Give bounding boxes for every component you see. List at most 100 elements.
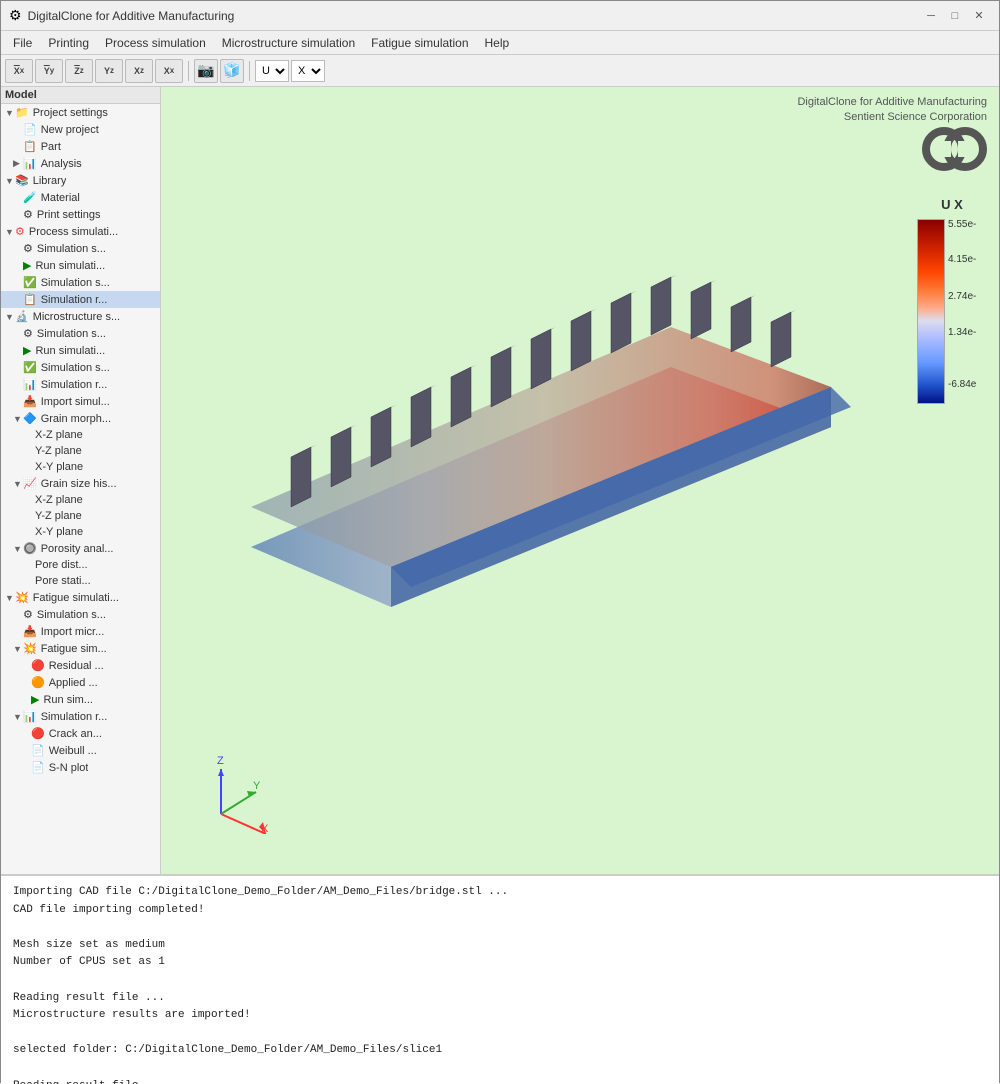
camera-icon-btn[interactable]: 📷 [194,59,218,83]
printsettings-icon: ⚙ [23,208,33,221]
legend-color-bar [917,219,945,404]
legend-title-u: U [941,197,950,212]
model-header: Model [1,87,160,104]
toolbar-y-btn[interactable]: Yy [35,59,63,83]
toolbar-z-btn[interactable]: Zz [65,59,93,83]
app-icon: ⚙ [9,7,22,24]
console-line-11: Reading result file ... [13,1078,987,1084]
menu-printing[interactable]: Printing [40,34,97,52]
tree-import-micro[interactable]: 📥 Import micr... [1,623,160,640]
console-line-3: Mesh size set as medium [13,937,987,955]
brand-line1: DigitalClone for Additive Manufacturing [797,95,987,110]
fatiguesim2-icon: 💥 [23,642,37,655]
tree-gs-yz[interactable]: Y-Z plane [1,508,160,524]
menu-microstructure-sim[interactable]: Microstructure simulation [214,34,363,52]
simresult2-icon: 📊 [23,378,37,391]
tree-sim-status2[interactable]: ✅ Simulation s... [1,359,160,376]
tree-fatigue-simset[interactable]: ⚙ Simulation s... [1,606,160,623]
legend-val-4: 4.15e- [948,254,976,265]
weibull-icon: 📄 [31,744,45,757]
tree-sim-result3[interactable]: ▼ 📊 Simulation r... [1,708,160,725]
legend-title-x: X [954,197,963,212]
runsim3-icon: ▶ [31,693,39,706]
tree-applied[interactable]: 🟠 Applied ... [1,674,160,691]
svg-text:Y: Y [253,780,261,792]
tree-fatigue-sim2[interactable]: ▼ 💥 Fatigue sim... [1,640,160,657]
console-line-8 [13,1025,987,1043]
toolbar-xzx-btn[interactable]: Xx [155,59,183,83]
tree-project-settings[interactable]: ▼ 📁 Project settings [1,104,160,121]
menu-file[interactable]: File [5,34,40,52]
toolbar-xz-btn[interactable]: Xz [125,59,153,83]
tree-process-sim[interactable]: ▼ ⚙ Process simulati... [1,223,160,240]
3d-icon-btn[interactable]: 🧊 [220,59,244,83]
tree-run-sim2[interactable]: ▶ Run simulati... [1,342,160,359]
minimize-button[interactable]: ─ [919,6,943,26]
tree-gs-xz[interactable]: X-Z plane [1,492,160,508]
viewport-branding: DigitalClone for Additive Manufacturing … [797,95,987,126]
toolbar-x-btn[interactable]: Xx [5,59,33,83]
tree-fatigue-sim[interactable]: ▼ 💥 Fatigue simulati... [1,589,160,606]
menu-process-sim[interactable]: Process simulation [97,34,214,52]
importsim-icon: 📥 [23,395,37,408]
window-title: DigitalClone for Additive Manufacturing [28,9,919,23]
snplot-icon: 📄 [31,761,45,774]
menu-help[interactable]: Help [477,34,518,52]
toolbar: Xx Yy Zz Yz Xz Xx 📷 🧊 U X [1,55,999,87]
u-dropdown[interactable]: U [255,60,289,82]
tree-pore-stat[interactable]: Pore stati... [1,573,160,589]
legend-val-1: -6.84e [948,379,976,390]
menu-fatigue-sim[interactable]: Fatigue simulation [363,34,476,52]
maximize-button[interactable]: □ [943,6,967,26]
console-line-4: Number of CPUS set as 1 [13,954,987,972]
tree-sim-settings1[interactable]: ⚙ Simulation s... [1,240,160,257]
model-svg [191,167,891,727]
tree-analysis[interactable]: ▶ 📊 Analysis [1,155,160,172]
console-line-10 [13,1060,987,1078]
tree-gm-xz[interactable]: X-Z plane [1,427,160,443]
toolbar-yz-btn[interactable]: Yz [95,59,123,83]
tree-sim-settings2[interactable]: ⚙ Simulation s... [1,325,160,342]
fatiguesimset-icon: ⚙ [23,608,33,621]
tree-sim-result1[interactable]: 📋 Simulation r... [1,291,160,308]
console-line-7: Microstructure results are imported! [13,1007,987,1025]
tree-run-sim3[interactable]: ▶ Run sim... [1,691,160,708]
menubar: File Printing Process simulation Microst… [1,31,999,55]
tree-print-settings[interactable]: ⚙ Print settings [1,206,160,223]
main-content: Model ▼ 📁 Project settings 📄 New project… [1,87,999,1084]
tree-crack-an[interactable]: 🔴 Crack an... [1,725,160,742]
tree-grain-size[interactable]: ▼ 📈 Grain size his... [1,475,160,492]
tree-residual[interactable]: 🔴 Residual ... [1,657,160,674]
tree-gs-xy[interactable]: X-Y plane [1,524,160,540]
tree-pore-dist[interactable]: Pore dist... [1,557,160,573]
legend-val-5: 5.55e- [948,219,976,230]
tree-import-sim[interactable]: 📥 Import simul... [1,393,160,410]
analysis-icon: 📊 [23,157,37,170]
close-button[interactable]: ✕ [967,6,991,26]
console-line-6: Reading result file ... [13,990,987,1008]
tree-part[interactable]: 📋 Part [1,138,160,155]
console-line-9: selected folder: C:/DigitalClone_Demo_Fo… [13,1042,987,1060]
tree-library[interactable]: ▼ 📚 Library [1,172,160,189]
tree-gm-yz[interactable]: Y-Z plane [1,443,160,459]
library-icon: 📚 [15,174,29,187]
simstatus2-icon: ✅ [23,361,37,374]
legend-val-2: 1.34e- [948,327,976,338]
viewport[interactable]: DigitalClone for Additive Manufacturing … [161,87,999,874]
tree-sn-plot[interactable]: 📄 S-N plot [1,759,160,776]
folder-icon: 📁 [15,106,29,119]
tree-porosity[interactable]: ▼ 🔘 Porosity anal... [1,540,160,557]
tree-grain-morph[interactable]: ▼ 🔷 Grain morph... [1,410,160,427]
tree-material[interactable]: 🧪 Material [1,189,160,206]
tree-gm-xy[interactable]: X-Y plane [1,459,160,475]
toolbar-sep2 [249,61,250,81]
tree-new-project[interactable]: 📄 New project [1,121,160,138]
tree-run-sim1[interactable]: ▶ Run simulati... [1,257,160,274]
tree-sim-status1[interactable]: ✅ Simulation s... [1,274,160,291]
tree-weibull[interactable]: 📄 Weibull ... [1,742,160,759]
logo-area [922,127,987,175]
tree-sim-result2[interactable]: 📊 Simulation r... [1,376,160,393]
console-line-5 [13,972,987,990]
x-dropdown[interactable]: X [291,60,325,82]
tree-micro-sim[interactable]: ▼ 🔬 Microstructure s... [1,308,160,325]
